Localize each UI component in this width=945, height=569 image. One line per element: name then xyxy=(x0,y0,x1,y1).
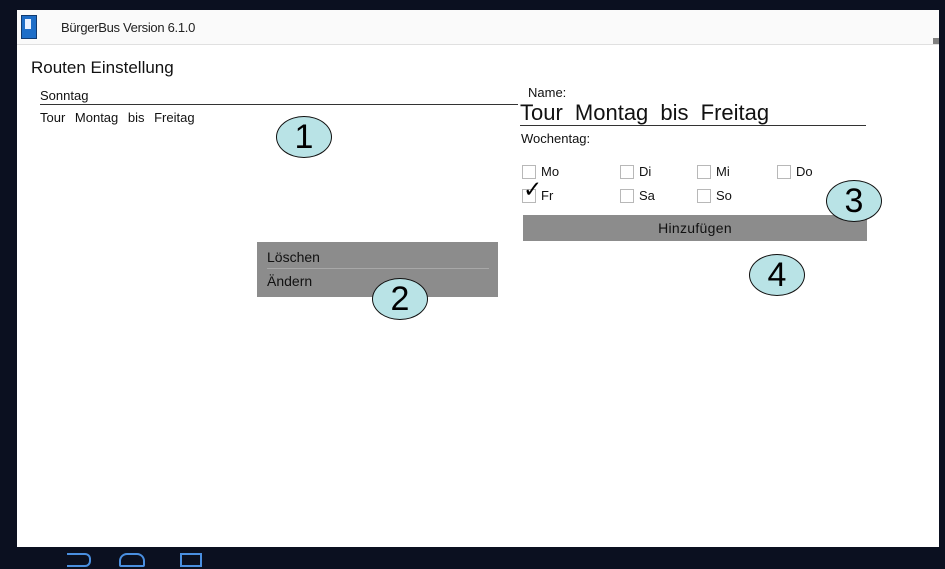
checkbox-icon[interactable] xyxy=(697,164,711,179)
app-title: BürgerBus Version 6.1.0 xyxy=(61,20,196,35)
add-button[interactable]: Hinzufügen xyxy=(523,215,867,241)
checkmark-icon[interactable] xyxy=(522,178,542,203)
scrollbar-stub xyxy=(933,38,939,44)
annotation-badge-3: 3 xyxy=(826,180,882,222)
page-title: Routen Einstellung xyxy=(31,58,174,77)
day-label: Mo xyxy=(541,164,560,179)
name-label: Name: xyxy=(528,85,567,100)
day-checkbox-mi[interactable]: Mi xyxy=(697,164,730,179)
back-icon[interactable] xyxy=(67,553,91,567)
recent-apps-icon[interactable] xyxy=(180,553,202,567)
name-input[interactable]: Tour Montag bis Freitag xyxy=(520,100,866,126)
day-checkbox-sa[interactable]: Sa xyxy=(620,188,655,203)
checkbox-icon[interactable] xyxy=(777,164,791,179)
checkbox-icon[interactable] xyxy=(620,164,634,179)
day-label: Di xyxy=(639,164,652,179)
device-frame-left xyxy=(0,0,17,569)
home-icon[interactable] xyxy=(119,553,145,567)
day-label: Do xyxy=(796,164,813,179)
day-checkbox-do[interactable]: Do xyxy=(777,164,813,179)
route-list-header: Sonntag xyxy=(40,88,518,105)
annotation-badge-1: 1 xyxy=(276,116,332,158)
device-frame-right xyxy=(939,0,945,569)
day-checkbox-di[interactable]: Di xyxy=(620,164,651,179)
weekday-label: Wochentag: xyxy=(521,131,591,146)
checkbox-icon[interactable] xyxy=(620,188,634,203)
menu-item-delete[interactable]: Löschen xyxy=(267,246,489,269)
annotation-badge-4: 4 xyxy=(749,254,805,296)
route-list-item[interactable]: Tour Montag bis Freitag xyxy=(40,110,195,125)
day-label: Sa xyxy=(639,188,655,203)
annotation-badge-2: 2 xyxy=(372,278,428,320)
title-bar: BürgerBus Version 6.1.0 xyxy=(17,10,939,45)
device-frame-top xyxy=(0,0,945,10)
android-navbar xyxy=(0,547,945,569)
day-checkbox-so[interactable]: So xyxy=(697,188,732,203)
day-label: Mi xyxy=(716,164,730,179)
day-label: So xyxy=(716,188,732,203)
app-logo-icon xyxy=(21,15,37,39)
day-checkbox-fr[interactable]: Fr xyxy=(522,178,554,203)
checkbox-icon[interactable] xyxy=(697,188,711,203)
day-label: Fr xyxy=(541,188,554,203)
